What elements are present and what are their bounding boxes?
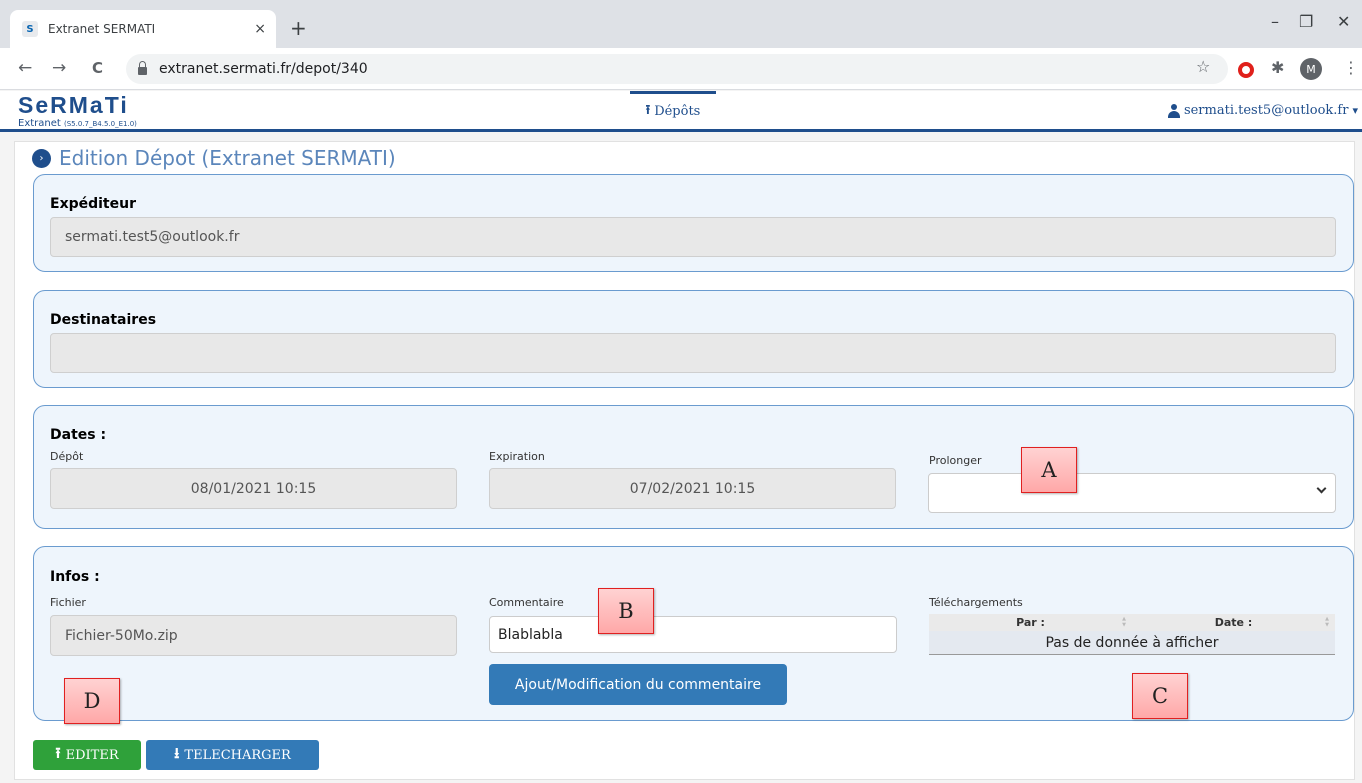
bookmark-star-icon[interactable]: ☆ — [1196, 57, 1210, 76]
download-icon: ⭳ — [174, 743, 180, 762]
expediteur-title: Expéditeur — [50, 196, 136, 212]
callout-a: A — [1021, 447, 1077, 493]
user-email: sermati.test5@outlook.fr — [1183, 103, 1349, 118]
address-bar[interactable]: extranet.sermati.fr/depot/340 — [126, 54, 1228, 84]
profile-avatar[interactable]: M — [1300, 58, 1322, 80]
prolonger-label: Prolonger — [929, 454, 982, 467]
nav-depots[interactable]: ⭱ Dépôts — [630, 91, 716, 129]
prolonger-select[interactable] — [928, 473, 1336, 513]
minimize-icon[interactable]: – — [1271, 12, 1279, 31]
forward-icon[interactable]: → — [52, 58, 66, 78]
expiration-date-field: 07/02/2021 10:15 — [489, 468, 896, 509]
telecharger-label: TELECHARGER — [184, 747, 291, 763]
lock-icon — [138, 61, 147, 75]
close-tab-icon[interactable]: × — [254, 21, 266, 37]
expediteur-section: Expéditeur sermati.test5@outlook.fr — [33, 174, 1354, 272]
depot-label: Dépôt — [50, 450, 84, 463]
browser-tabbar: S Extranet SERMATI × + – ❐ ✕ — [0, 0, 1362, 48]
restore-icon[interactable]: ❐ — [1299, 12, 1313, 31]
tab-title: Extranet SERMATI — [48, 22, 156, 36]
fichier-label: Fichier — [50, 596, 86, 609]
back-icon[interactable]: ← — [18, 58, 32, 78]
app-subtitle: Extranet (S5.0.7_B4.5.0_E1.0) — [18, 118, 137, 129]
user-icon — [1167, 103, 1181, 118]
page-title: › Edition Dépot (Extranet SERMATI) — [32, 146, 396, 170]
window-close-icon[interactable]: ✕ — [1337, 12, 1350, 31]
telecharger-button[interactable]: ⭳ TELECHARGER — [146, 740, 319, 770]
dates-title: Dates : — [50, 427, 107, 443]
favicon-icon: S — [22, 21, 38, 37]
telechargements-label: Téléchargements — [929, 596, 1023, 609]
destinataires-title: Destinataires — [50, 312, 157, 328]
destinataires-field — [50, 333, 1336, 373]
callout-b: B — [598, 588, 654, 634]
nav-depots-label: Dépôts — [654, 104, 701, 119]
comment-update-button[interactable]: Ajout/Modification du commentaire — [489, 664, 787, 705]
caret-down-icon: ▾ — [1352, 104, 1358, 117]
editer-button[interactable]: ⭱ EDITER — [33, 740, 141, 770]
column-par[interactable]: Par : — [929, 614, 1132, 631]
editer-label: EDITER — [65, 747, 119, 763]
sermati-logo: SeRMaTi — [18, 92, 129, 118]
new-tab-icon[interactable]: + — [290, 16, 307, 40]
expiration-label: Expiration — [489, 450, 545, 463]
depot-date-field: 08/01/2021 10:15 — [50, 468, 457, 509]
downloads-table-header: Par : Date : — [929, 614, 1335, 631]
browser-toolbar: ← → C extranet.sermati.fr/depot/340 ☆ ✱ … — [0, 48, 1362, 90]
dates-section: Dates : Dépôt 08/01/2021 10:15 Expiratio… — [33, 405, 1354, 529]
browser-tab[interactable]: S Extranet SERMATI × — [10, 10, 276, 48]
url-text: extranet.sermati.fr/depot/340 — [159, 61, 368, 77]
reload-icon[interactable]: C — [92, 59, 103, 77]
upload-icon: ⭱ — [55, 743, 61, 762]
downloads-table: Par : Date : Pas de donnée à afficher — [929, 614, 1335, 655]
commentaire-label: Commentaire — [489, 596, 564, 609]
browser-menu-icon[interactable]: ⋮ — [1343, 58, 1359, 77]
page-title-text: Edition Dépot (Extranet SERMATI) — [59, 146, 396, 170]
callout-c: C — [1132, 673, 1188, 719]
callout-d: D — [64, 678, 120, 724]
user-menu[interactable]: sermati.test5@outlook.fr ▾ — [1167, 103, 1358, 118]
chevron-down-icon — [1316, 483, 1327, 494]
chevron-circle-icon: › — [32, 148, 51, 168]
extensions-puzzle-icon[interactable]: ✱ — [1271, 58, 1284, 77]
expediteur-field: sermati.test5@outlook.fr — [50, 217, 1336, 257]
subtitle-text: Extranet — [18, 118, 61, 129]
downloads-empty-row: Pas de donnée à afficher — [929, 631, 1335, 655]
app-header: SeRMaTi Extranet (S5.0.7_B4.5.0_E1.0) ⭱ … — [0, 91, 1362, 132]
version-text: (S5.0.7_B4.5.0_E1.0) — [64, 120, 137, 128]
opera-extension-icon[interactable] — [1238, 62, 1254, 78]
infos-title: Infos : — [50, 569, 100, 585]
destinataires-section: Destinataires — [33, 290, 1354, 388]
commentaire-input[interactable]: Blablabla — [489, 616, 897, 653]
upload-icon: ⭱ — [645, 102, 651, 118]
fichier-field: Fichier-50Mo.zip — [50, 615, 457, 656]
column-date[interactable]: Date : — [1132, 614, 1335, 631]
